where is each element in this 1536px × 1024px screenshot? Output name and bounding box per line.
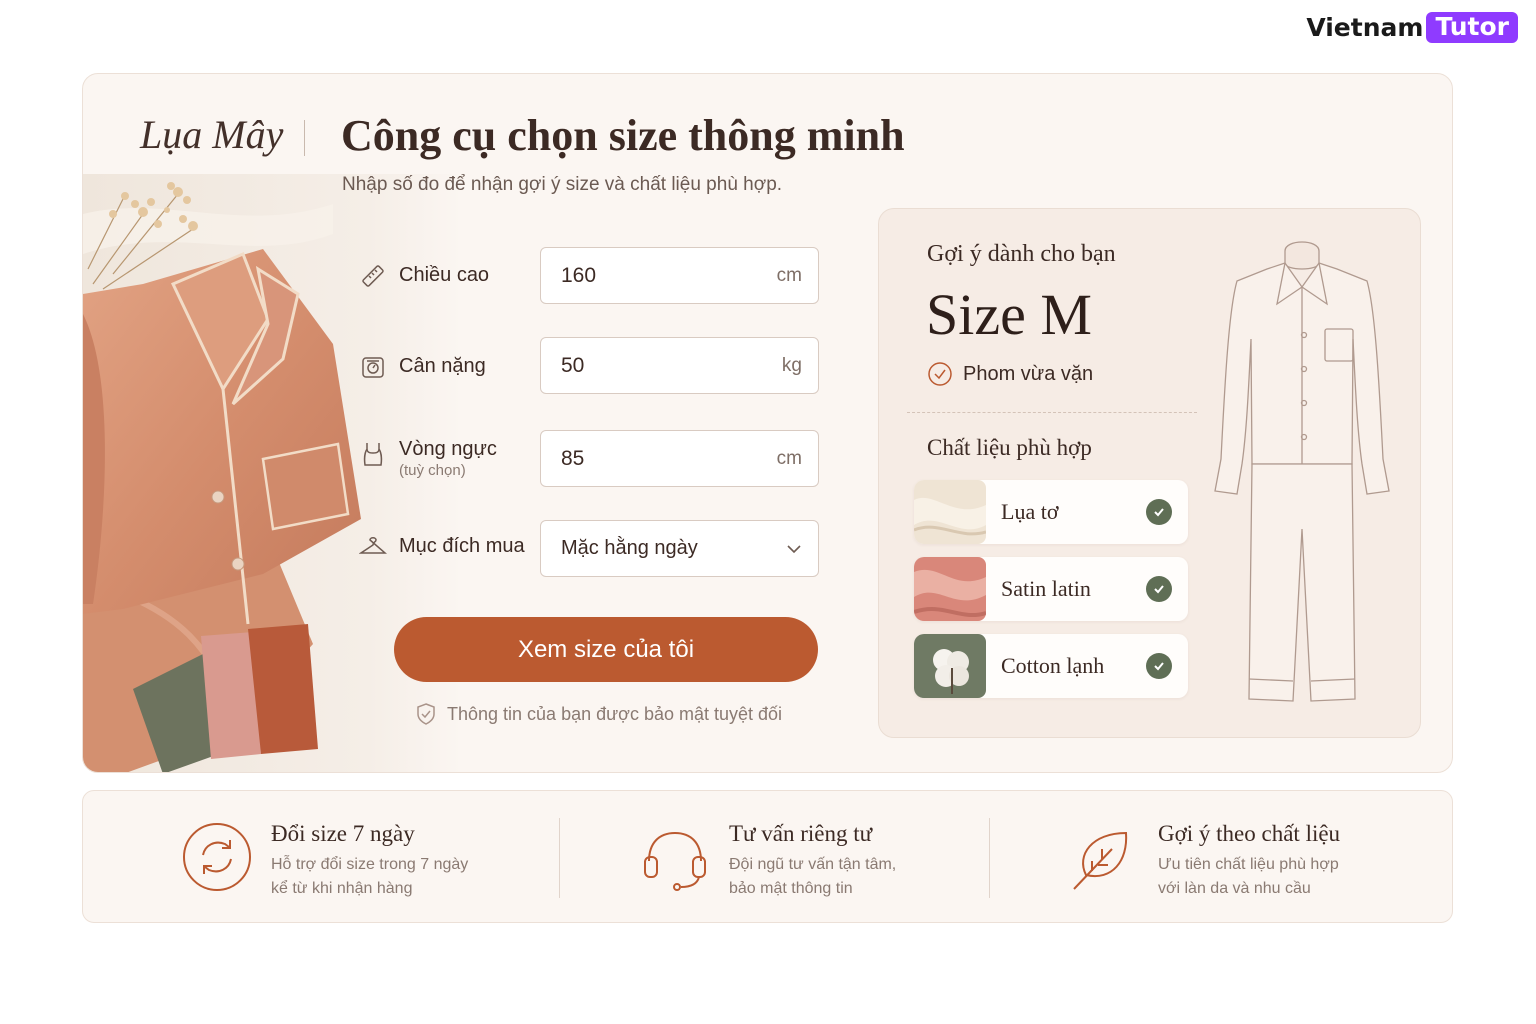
- purpose-select[interactable]: Mặc hằng ngày: [540, 520, 819, 577]
- height-label: Chiều cao: [359, 262, 489, 290]
- purpose-label: Mục đích mua: [359, 533, 525, 561]
- recommended-size: Size M: [926, 282, 1092, 347]
- silk-swatch-image: [914, 480, 986, 544]
- bust-optional-note: (tuỳ chọn): [399, 462, 466, 479]
- feature-description: Đội ngũ tư vấn tận tâm, bảo mật thông ti…: [729, 853, 896, 901]
- recommendation-heading: Gợi ý dành cho bạn: [927, 241, 1116, 267]
- fit-note-text: Phom vừa vặn: [963, 362, 1094, 385]
- benefits-bar: Đổi size 7 ngày Hỗ trợ đổi size trong 7 …: [82, 790, 1453, 923]
- materials-heading: Chất liệu phù hợp: [927, 435, 1092, 460]
- page-title: Công cụ chọn size thông minh: [341, 111, 905, 160]
- chevron-down-icon: [787, 544, 801, 553]
- material-item-satin-latin[interactable]: Satin latin: [914, 557, 1188, 621]
- pajama-sketch-illustration: [1214, 241, 1390, 702]
- feature-desc-line: Hỗ trợ đổi size trong 7 ngày: [271, 856, 469, 873]
- shield-check-icon: [417, 703, 435, 725]
- feature-desc-line: kể từ khi nhận hàng: [271, 880, 413, 897]
- brand-divider: [304, 120, 305, 156]
- weight-input[interactable]: 50 kg: [540, 337, 819, 394]
- feature-desc-line: Đội ngũ tư vấn tận tâm,: [729, 856, 897, 873]
- satin-swatch-image: [914, 557, 986, 621]
- material-item-cotton-lanh[interactable]: Cotton lạnh: [914, 634, 1188, 698]
- purpose-value: Mặc hằng ngày: [561, 537, 698, 559]
- weight-label-text: Cân nặng: [399, 355, 486, 377]
- feature-desc-line: bảo mật thông tin: [729, 880, 853, 897]
- bust-unit: cm: [776, 447, 802, 469]
- hanger-icon: [359, 537, 387, 554]
- scale-icon: [362, 357, 384, 378]
- weight-value: 50: [561, 353, 585, 377]
- check-icon: [1146, 576, 1172, 602]
- bust-input[interactable]: 85 cm: [540, 430, 819, 487]
- ruler-icon: [362, 265, 384, 287]
- fit-note: Phom vừa vặn: [927, 361, 1093, 387]
- headset-icon: [644, 831, 706, 891]
- weight-unit: kg: [781, 354, 802, 376]
- watermark-text: Vietnam: [1306, 13, 1424, 42]
- privacy-note: Thông tin của bạn được bảo mật tuyệt đối: [415, 702, 782, 726]
- feature-desc-line: với làn da và nhu cầu: [1158, 880, 1311, 897]
- bust-label: Vòng ngực (tuỳ chọn): [359, 436, 497, 480]
- check-icon: [1146, 499, 1172, 525]
- feature-description: Ưu tiên chất liệu phù hợp với làn da và …: [1158, 853, 1339, 901]
- vietnam-tutor-watermark: Vietnam Tutor: [1306, 12, 1518, 43]
- height-label-text: Chiều cao: [399, 264, 490, 286]
- height-input[interactable]: 160 cm: [540, 247, 819, 304]
- feature-title: Tư vấn riêng tư: [729, 821, 873, 846]
- check-icon: [1146, 653, 1172, 679]
- tank-top-icon: [363, 443, 383, 466]
- purpose-label-text: Mục đích mua: [399, 535, 525, 557]
- feature-title: Đổi size 7 ngày: [271, 821, 415, 846]
- material-item-lua-to[interactable]: Lụa tơ: [914, 480, 1188, 544]
- cotton-swatch-image: [914, 634, 986, 698]
- check-circle-icon: [928, 362, 952, 386]
- feature-description: Hỗ trợ đổi size trong 7 ngày kể từ khi n…: [271, 853, 468, 901]
- page-subtitle: Nhập số đo để nhận gợi ý size và chất li…: [342, 174, 783, 195]
- exchange-icon: [183, 823, 251, 891]
- height-unit: cm: [776, 264, 802, 286]
- feature-desc-line: Ưu tiên chất liệu phù hợp: [1158, 856, 1339, 873]
- watermark-badge: Tutor: [1426, 12, 1518, 43]
- material-name: Cotton lạnh: [1001, 653, 1105, 678]
- feature-divider: [989, 818, 990, 898]
- material-name: Lụa tơ: [1001, 499, 1059, 524]
- brand-logo: Lụa Mây: [140, 112, 284, 157]
- leaf-icon: [1073, 831, 1128, 890]
- recommendation-panel: Gợi ý dành cho bạn Size M Phom vừa vặn C…: [878, 208, 1421, 738]
- height-value: 160: [561, 263, 597, 287]
- bust-value: 85: [561, 446, 585, 470]
- feature-title: Gợi ý theo chất liệu: [1158, 821, 1341, 846]
- size-tool-card: Lụa Mây Công cụ chọn size thông minh Nhậ…: [82, 73, 1453, 773]
- weight-label: Cân nặng: [359, 353, 486, 381]
- section-divider: [907, 412, 1197, 413]
- feature-divider: [559, 818, 560, 898]
- privacy-note-text: Thông tin của bạn được bảo mật tuyệt đối: [447, 703, 783, 724]
- view-my-size-button[interactable]: Xem size của tôi: [394, 617, 818, 682]
- material-name: Satin latin: [1001, 576, 1091, 601]
- bust-label-text: Vòng ngực: [399, 438, 497, 460]
